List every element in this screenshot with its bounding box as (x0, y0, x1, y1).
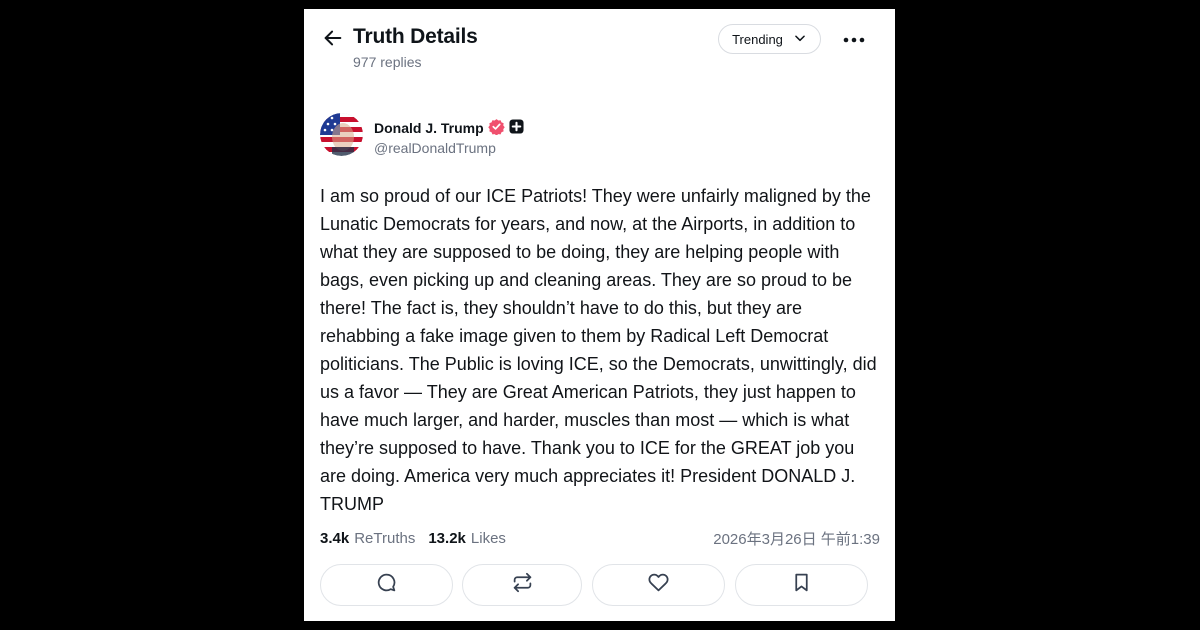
sort-dropdown-label: Trending (732, 31, 783, 47)
post-body: I am so proud of our ICE Patriots! They … (320, 186, 877, 514)
plus-badge-icon (509, 119, 524, 137)
verified-badge-icon (487, 118, 505, 138)
retruths-count: 3.4k (320, 530, 350, 547)
heart-icon (648, 572, 669, 598)
author-handle[interactable]: @realDonaldTrump (374, 140, 496, 156)
more-options-button[interactable] (839, 27, 869, 51)
truth-details-card: Truth Details 977 replies Trending Donal… (304, 9, 895, 621)
arrow-left-icon (322, 27, 344, 54)
likes-count: 13.2k (428, 530, 466, 547)
bookmark-button[interactable] (735, 564, 868, 606)
comment-icon (376, 572, 397, 598)
back-button[interactable] (320, 27, 346, 53)
like-button[interactable] (592, 564, 725, 606)
retruths-label: ReTruths (354, 530, 416, 547)
chevron-down-icon (793, 31, 807, 48)
likes-stat[interactable]: 13.2k Likes (428, 530, 506, 547)
more-horizontal-icon (843, 30, 865, 48)
post-stats: 3.4k ReTruths 13.2k Likes 2026年3月26日 午前1… (320, 528, 880, 549)
retruths-stat[interactable]: 3.4k ReTruths (320, 530, 415, 547)
likes-label: Likes (470, 530, 506, 547)
sort-dropdown[interactable]: Trending (718, 24, 821, 54)
author-name[interactable]: Donald J. Trump (374, 118, 524, 138)
retruth-button[interactable] (462, 564, 582, 606)
bookmark-icon (791, 572, 812, 598)
reply-button[interactable] (320, 564, 453, 606)
author-name-text: Donald J. Trump (374, 120, 484, 136)
repost-icon (512, 572, 533, 598)
replies-count: 977 replies (353, 54, 422, 70)
post-timestamp: 2026年3月26日 午前1:39 (713, 531, 880, 548)
avatar[interactable] (320, 113, 363, 156)
page-title: Truth Details (353, 25, 478, 48)
page-header: Truth Details 977 replies Trending (304, 9, 895, 87)
